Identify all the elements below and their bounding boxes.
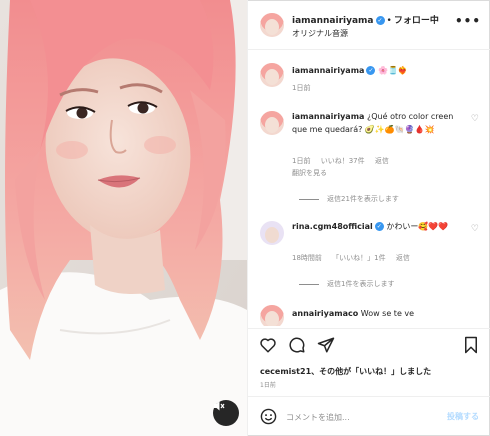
divider <box>299 198 319 200</box>
view-replies-button[interactable]: 返信1件を表示します <box>299 279 394 289</box>
caption-text: iamannairiyama ✓ 🌸🫙❤️‍🔥 <box>292 64 472 77</box>
comment-composer: 投稿する <box>248 396 490 436</box>
comment-meta: 1日前 いいね！37件 返信 <box>292 156 397 166</box>
post-media[interactable] <box>0 0 247 436</box>
heart-icon[interactable]: ♡ <box>471 224 479 234</box>
comment-likes[interactable]: 「いいね！」1件 <box>332 254 385 262</box>
comment-username[interactable]: rina.cgm48official <box>292 222 373 231</box>
comment-input[interactable] <box>286 410 426 424</box>
verified-badge-icon: ✓ <box>374 222 384 231</box>
reply-button[interactable]: 返信 <box>396 254 410 262</box>
comment-username[interactable]: annairiyamaco <box>292 309 358 318</box>
divider <box>299 283 319 285</box>
header-user-row: iamannairiyama ✓ • フォロー中 <box>292 13 439 26</box>
view-replies-label: 返信21件を表示します <box>327 195 399 203</box>
post-date[interactable]: 1日前 <box>260 380 276 389</box>
verified-badge-icon: ✓ <box>375 16 385 25</box>
comment-time[interactable]: 18時間前 <box>292 254 322 262</box>
comment-likes[interactable]: いいね！37件 <box>321 157 365 165</box>
comment-text: かわいー🥰❤️❤️ <box>386 222 449 231</box>
follow-button[interactable]: フォロー中 <box>394 16 439 26</box>
speaker-muted-icon <box>214 401 225 411</box>
post-header: iamannairiyama ✓ • フォロー中 オリジナル音源 ••• <box>248 0 490 50</box>
caption-meta: 1日前 <box>292 83 318 93</box>
view-replies-label: 返信1件を表示します <box>327 280 395 288</box>
header-username[interactable]: iamannairiyama <box>292 16 374 26</box>
avatar[interactable] <box>260 111 284 135</box>
comment-time[interactable]: 1日前 <box>292 157 310 165</box>
caption-username[interactable]: iamannairiyama <box>292 66 364 75</box>
heart-icon[interactable]: ♡ <box>471 114 479 124</box>
caption-time[interactable]: 1日前 <box>292 84 310 92</box>
mute-button[interactable] <box>213 400 239 426</box>
reply-button[interactable]: 返信 <box>375 157 389 165</box>
audio-label[interactable]: オリジナル音源 <box>292 28 348 39</box>
bookmark-icon[interactable] <box>462 336 480 354</box>
verified-badge-icon: ✓ <box>366 66 376 75</box>
likes-summary: cecemist21、その他が「いいね！」しました <box>260 366 431 377</box>
list-item: rina.cgm48official ✓ かわいー🥰❤️❤️ <box>292 220 462 233</box>
liked-others[interactable]: 、その他が「いいね！」しました <box>311 367 431 376</box>
comments-list[interactable]: iamannairiyama ✓ 🌸🫙❤️‍🔥 1日前 iamannairiyam… <box>248 51 490 326</box>
translate-link[interactable]: 翻訳を見る <box>292 168 327 178</box>
comment-icon[interactable] <box>288 336 306 354</box>
post-button[interactable]: 投稿する <box>447 411 479 422</box>
avatar[interactable] <box>260 305 284 326</box>
post-photo <box>0 0 247 436</box>
comment-meta: 18時間前 「いいね！」1件 返信 <box>292 253 418 263</box>
avatar[interactable] <box>260 221 284 245</box>
share-icon[interactable] <box>317 336 335 354</box>
action-bar <box>248 328 490 362</box>
avatar[interactable] <box>260 63 284 87</box>
post-side-panel: iamannairiyama ✓ • フォロー中 オリジナル音源 ••• iamann… <box>247 0 490 436</box>
comment-text: Wow se te ve <box>360 309 415 318</box>
view-replies-button[interactable]: 返信21件を表示します <box>299 194 399 204</box>
liked-username[interactable]: cecemist21 <box>260 367 311 376</box>
heart-icon[interactable] <box>259 336 277 354</box>
more-options-icon[interactable]: ••• <box>455 14 481 28</box>
separator-dot: • <box>386 16 392 26</box>
caption-body: 🌸🫙❤️‍🔥 <box>378 66 408 75</box>
avatar[interactable] <box>260 13 284 37</box>
list-item: annairiyamaco Wow se te ve <box>292 307 472 320</box>
smiley-icon[interactable] <box>260 408 277 425</box>
list-item: iamannairiyama ¿Qué otro color creen que… <box>292 110 462 136</box>
comment-username[interactable]: iamannairiyama <box>292 112 364 121</box>
